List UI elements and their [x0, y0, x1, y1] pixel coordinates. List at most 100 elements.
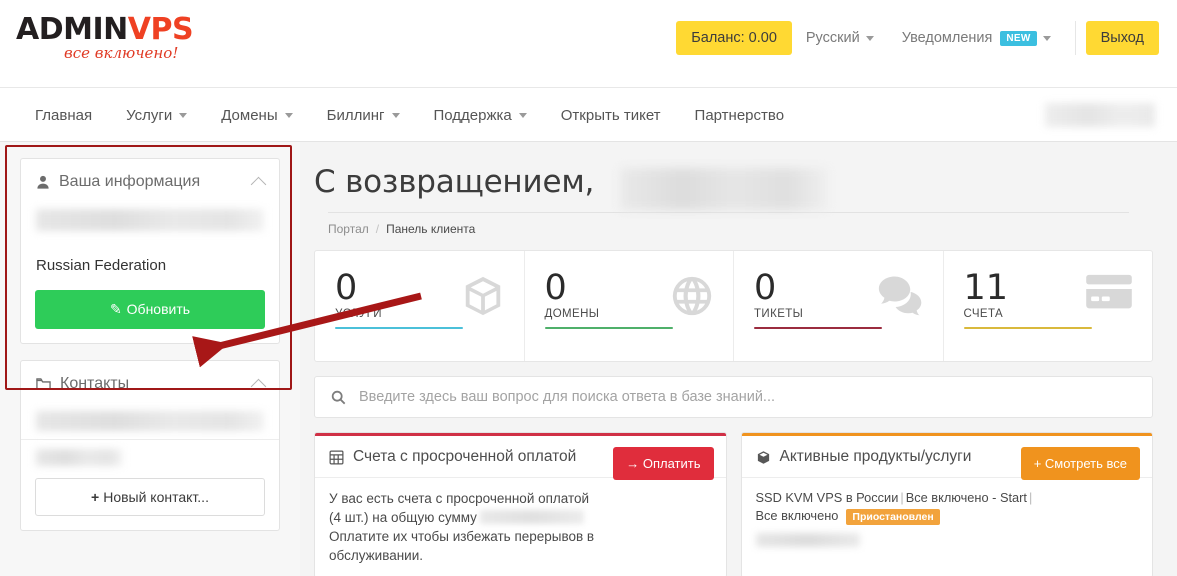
overdue-invoices-title: Счета с просроченной оплатой: [353, 448, 577, 465]
folder-icon: [36, 377, 51, 391]
breadcrumb-root[interactable]: Портал: [328, 222, 369, 236]
credit-card-icon: [1084, 273, 1134, 316]
chevron-up-icon[interactable]: [250, 378, 267, 394]
your-info-title: Ваша информация: [59, 173, 201, 190]
knowledgebase-search[interactable]: [314, 376, 1153, 418]
stat-card-invoices[interactable]: 11 Счета: [944, 251, 1153, 361]
box-icon: [460, 273, 506, 324]
notifications-label: Уведомления: [901, 30, 993, 46]
chevron-up-icon[interactable]: [250, 176, 267, 192]
notifications-menu[interactable]: Уведомления NEW: [888, 30, 1065, 46]
pay-now-button[interactable]: → Оплатить: [613, 447, 714, 480]
nav-item-domains[interactable]: Домены: [204, 88, 309, 142]
nav-item-affiliates[interactable]: Партнерство: [678, 88, 802, 142]
contacts-divider: [21, 439, 279, 440]
update-info-button[interactable]: ✎ Обновить: [35, 290, 265, 329]
new-contact-button[interactable]: + Новый контакт...: [35, 478, 265, 516]
stat-underline: [335, 327, 463, 329]
language-label: Русский: [805, 30, 860, 46]
globe-icon: [669, 273, 715, 324]
product-separator: |: [900, 490, 904, 505]
product-plan: Все включено - Start: [905, 490, 1027, 505]
nav-label: Открыть тикет: [560, 106, 661, 124]
stat-underline: [963, 327, 1092, 329]
site-logo[interactable]: ADMINVPS все включено!: [16, 14, 206, 72]
view-all-label: Смотреть все: [1044, 456, 1127, 471]
chevron-down-icon: [1042, 35, 1051, 41]
nav-item-support[interactable]: Поддержка: [417, 88, 544, 142]
nav-item-home[interactable]: Главная: [18, 88, 109, 142]
stat-card-domains[interactable]: 0 Домены: [525, 251, 734, 361]
product-list-item[interactable]: SSD KVM VPS в России | Все включено - Star…: [756, 489, 1139, 526]
nav-item-open-ticket[interactable]: Открыть тикет: [544, 88, 678, 142]
chevron-down-icon: [865, 35, 874, 41]
logo-text-admin: ADMIN: [16, 12, 128, 47]
overdue-text-line3: Оплатите их чтобы избежать перерывов в: [329, 529, 595, 544]
language-selector[interactable]: Русский: [792, 30, 888, 46]
overdue-text-line4: обслуживании.: [329, 548, 424, 563]
contacts-card-header[interactable]: Контакты: [21, 361, 279, 405]
nav-label: Поддержка: [433, 106, 512, 124]
redacted-nav-user: [1045, 103, 1155, 127]
top-header: ADMINVPS все включено! Баланс: 0.00 Русс…: [0, 0, 1177, 88]
redacted-client-name: [36, 209, 264, 231]
stat-underline: [754, 327, 882, 329]
header-actions: Баланс: 0.00 Русский Уведомления NEW Вых…: [676, 18, 1159, 58]
contacts-card: Контакты + Новый контакт...: [20, 360, 280, 531]
client-country: Russian Federation: [36, 257, 167, 274]
update-info-label: Обновить: [126, 301, 191, 317]
chevron-down-icon: [391, 112, 400, 118]
stats-row: 0 Услуги 0 Домены 0 Тикеты: [314, 250, 1153, 362]
chevron-down-icon: [518, 112, 527, 118]
main-content: С возвращением, Портал / Панель клиента …: [300, 142, 1177, 576]
pay-now-label: Оплатить: [642, 456, 701, 471]
new-contact-label: Новый контакт...: [103, 489, 209, 505]
stat-card-services[interactable]: 0 Услуги: [315, 251, 525, 361]
redacted-greeting-name: [620, 168, 828, 210]
stat-card-tickets[interactable]: 0 Тикеты: [734, 251, 944, 361]
box-icon: [756, 450, 771, 465]
invoice-grid-icon: [329, 450, 344, 465]
nav-label: Партнерство: [694, 106, 785, 124]
arrow-right-icon: →: [626, 456, 640, 471]
greeting-area: С возвращением, Портал / Панель клиента: [300, 142, 1177, 236]
logo-text-vps: VPS: [127, 12, 194, 47]
active-products-panel: Активные продукты/услуги + Смотреть все …: [740, 432, 1153, 576]
nav-label: Домены: [221, 106, 278, 124]
view-all-products-button[interactable]: + Смотреть все: [1020, 447, 1140, 480]
product-separator: |: [1028, 490, 1033, 505]
nav-item-list: Главная Услуги Домены Биллинг Поддержка …: [18, 88, 801, 142]
logout-button[interactable]: Выход: [1085, 21, 1159, 55]
header-divider: [1074, 21, 1076, 55]
logo-wordmark: ADMINVPS: [16, 14, 206, 46]
plus-icon: +: [1033, 456, 1042, 471]
overdue-invoices-panel: Счета с просроченной оплатой → Оплатить …: [314, 432, 727, 576]
main-navigation: Главная Услуги Домены Биллинг Поддержка …: [0, 88, 1177, 142]
redacted-contact-1[interactable]: [36, 411, 264, 431]
nav-label: Биллинг: [326, 106, 385, 124]
chat-bubbles-icon: [877, 273, 925, 322]
search-icon: [331, 390, 346, 405]
pencil-icon: ✎: [109, 301, 122, 317]
stat-underline: [544, 327, 673, 329]
notifications-new-badge: NEW: [1000, 30, 1037, 46]
plus-icon: +: [91, 489, 100, 505]
redacted-contact-2[interactable]: [36, 449, 122, 466]
breadcrumb-current: Панель клиента: [386, 222, 476, 236]
product-name: SSD KVM VPS в России: [755, 490, 899, 505]
breadcrumb-separator: /: [375, 222, 380, 236]
balance-button[interactable]: Баланс: 0.00: [676, 21, 792, 55]
nav-item-billing[interactable]: Биллинг: [310, 88, 417, 142]
nav-item-services[interactable]: Услуги: [109, 88, 204, 142]
your-info-card-header[interactable]: Ваша информация: [21, 159, 279, 203]
active-products-title: Активные продукты/услуги: [779, 448, 972, 465]
redacted-total-amount: [479, 510, 584, 524]
client-area-page: ADMINVPS все включено! Баланс: 0.00 Русс…: [0, 0, 1177, 576]
breadcrumb: Портал / Панель клиента: [314, 213, 1153, 236]
search-input[interactable]: [359, 389, 1136, 405]
your-info-card: Ваша информация Russian Federation ✎ Обно…: [20, 158, 280, 344]
nav-label: Главная: [35, 106, 93, 124]
contacts-title: Контакты: [60, 375, 130, 392]
chevron-down-icon: [179, 112, 188, 118]
redacted-product-detail: [755, 533, 860, 547]
